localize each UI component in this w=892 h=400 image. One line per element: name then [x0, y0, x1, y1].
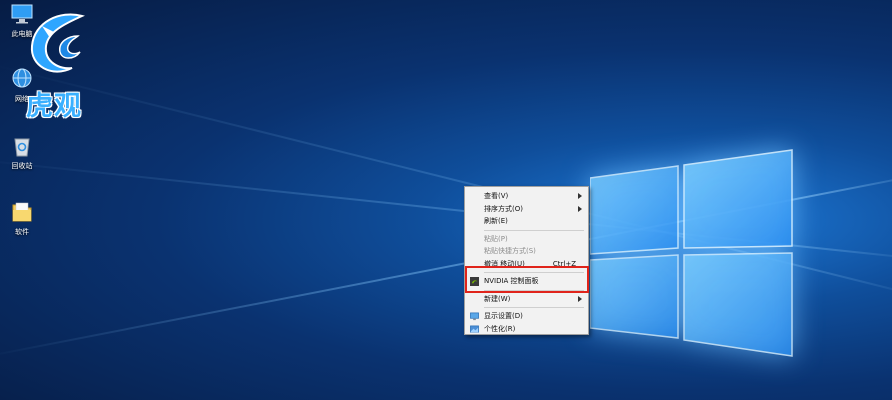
windows-logo — [590, 149, 793, 357]
this-pc-shortcut[interactable]: 此电脑 — [4, 2, 40, 39]
menu-separator — [484, 307, 584, 308]
menu-item-paste[interactable]: 粘贴(P) — [465, 233, 588, 246]
menu-item-label: 粘贴(P) — [484, 234, 508, 243]
desktop-icon-label: 回收站 — [11, 162, 33, 170]
menu-item-shortcut: Ctrl+Z — [552, 259, 576, 268]
menu-item-label: 粘贴快捷方式(S) — [484, 247, 536, 255]
network-shortcut[interactable]: 网络 — [4, 67, 40, 104]
desktop-icon-label: 此电脑 — [11, 30, 33, 38]
menu-item-label: 排序方式(O) — [484, 204, 523, 213]
network-icon — [12, 68, 32, 88]
desktop-icon-label: 网络 — [15, 95, 29, 103]
desktop-icon-label: 软件 — [15, 228, 29, 236]
menu-item-personalize[interactable]: 个性化(R) — [465, 323, 588, 336]
personalize-icon — [470, 325, 479, 333]
menu-item-new[interactable]: 新建(W) — [465, 293, 588, 306]
menu-separator — [484, 272, 584, 273]
recycle-bin-shortcut[interactable]: 回收站 — [4, 134, 40, 171]
menu-item-nvidia-control-panel[interactable]: NVIDIA 控制面板 — [465, 275, 588, 288]
folder-icon — [12, 202, 32, 222]
menu-item-label: 撤消 移动(U) — [484, 259, 525, 268]
menu-item-refresh[interactable]: 刷新(E) — [465, 215, 588, 228]
submenu-arrow-icon — [578, 295, 582, 302]
desktop[interactable]: 此电脑 网络 回收站 软件 虎观 查看(V) 排序方式(O) 刷新(E) 粘贴(… — [0, 0, 892, 400]
menu-item-display-settings[interactable]: 显示设置(D) — [465, 310, 588, 323]
display-icon — [470, 312, 479, 321]
menu-item-label: 个性化(R) — [484, 324, 516, 333]
menu-item-label: NVIDIA 控制面板 — [484, 277, 539, 285]
computer-icon — [11, 4, 33, 24]
menu-separator — [484, 229, 584, 231]
menu-item-label: 刷新(E) — [484, 217, 508, 225]
menu-item-sort-by[interactable]: 排序方式(O) — [465, 203, 588, 216]
software-folder-shortcut[interactable]: 软件 — [4, 200, 40, 237]
menu-separator — [484, 289, 584, 291]
submenu-arrow-icon — [578, 193, 582, 199]
submenu-arrow-icon — [578, 205, 582, 212]
menu-item-label: 新建(W) — [484, 294, 511, 303]
menu-item-paste-shortcut[interactable]: 粘贴快捷方式(S) — [465, 245, 588, 258]
recycle-bin-icon — [14, 138, 30, 157]
menu-item-label: 查看(V) — [484, 192, 509, 200]
menu-item-view[interactable]: 查看(V) — [465, 190, 588, 203]
menu-item-label: 显示设置(D) — [484, 312, 523, 320]
desktop-context-menu: 查看(V) 排序方式(O) 刷新(E) 粘贴(P) 粘贴快捷方式(S) 撤消 移… — [464, 186, 589, 335]
nvidia-icon — [470, 277, 479, 286]
menu-item-undo-move[interactable]: 撤消 移动(U) Ctrl+Z — [465, 258, 588, 271]
